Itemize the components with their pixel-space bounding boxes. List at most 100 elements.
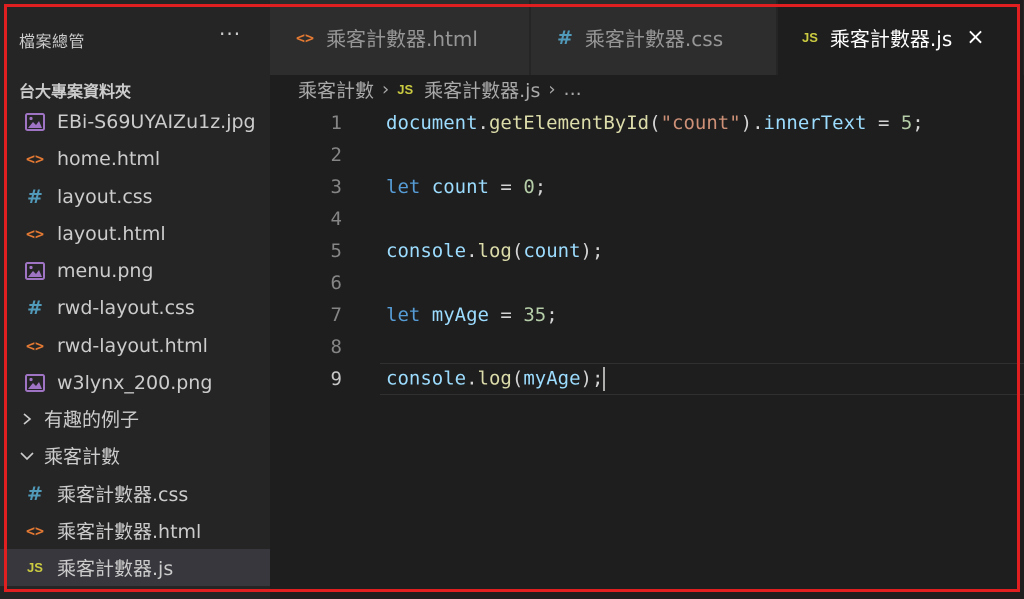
tree-file[interactable]: w3lynx_200.png bbox=[0, 364, 270, 401]
tab-label: 乘客計數器.css bbox=[584, 27, 724, 51]
code-text: document.getElementById("count").innerTe… bbox=[386, 112, 924, 134]
code-token: count bbox=[523, 240, 581, 262]
tree-file[interactable]: <> 乘客計數器.html bbox=[0, 512, 270, 549]
js-file-icon: JS bbox=[802, 30, 818, 45]
css-file-icon: # bbox=[557, 26, 573, 49]
tree-folder[interactable]: 有趣的例子 bbox=[0, 400, 270, 437]
breadcrumb-folder[interactable]: 乘客計數 bbox=[298, 76, 374, 103]
code-editor[interactable]: 1 document.getElementById("count").innerT… bbox=[270, 103, 1024, 599]
tree-folder[interactable]: 乘客計數 bbox=[0, 437, 270, 474]
code-line[interactable]: 4 bbox=[270, 203, 1024, 235]
explorer-header: 檔案總管 ··· bbox=[0, 0, 270, 75]
tree-file[interactable]: <> layout.html bbox=[0, 215, 270, 252]
line-number: 3 bbox=[330, 176, 342, 198]
code-token: let bbox=[386, 304, 421, 326]
code-token: = bbox=[488, 304, 524, 326]
root-folder-label: 台大專案資料夾 bbox=[19, 82, 132, 101]
tree-file[interactable]: <> rwd-layout.html bbox=[0, 327, 270, 364]
tree-item-label: w3lynx_200.png bbox=[57, 371, 213, 394]
tab-html[interactable]: <> 乘客計數器.html bbox=[270, 0, 530, 75]
tab-bar: <> 乘客計數器.html # 乘客計數器.css JS 乘客計數器.js × bbox=[270, 0, 1024, 75]
code-line[interactable]: 3 let count = 0; bbox=[270, 171, 1024, 203]
tree-file[interactable]: <> home.html bbox=[0, 140, 270, 177]
code-text: let count = 0; bbox=[386, 176, 546, 198]
tree-file[interactable]: # 乘客計數器.css bbox=[0, 475, 270, 512]
tab-label: 乘客計數器.js bbox=[829, 27, 953, 51]
code-token: ; bbox=[546, 304, 558, 326]
vscode-window: 檔案總管 ··· 台大專案資料夾 EBi-S69UYAIZu1z.jpg <> ho… bbox=[0, 0, 1024, 599]
image-file-icon bbox=[24, 373, 46, 392]
code-token: getElementById bbox=[488, 112, 650, 134]
tree-file[interactable]: EBi-S69UYAIZu1z.jpg bbox=[0, 103, 270, 140]
code-token: ); bbox=[580, 367, 604, 390]
html-file-icon: <> bbox=[25, 336, 45, 355]
code-token: myAge bbox=[431, 304, 489, 326]
html-file-icon: <> bbox=[25, 149, 45, 168]
code-line[interactable]: 6 bbox=[270, 267, 1024, 299]
tree-item-label: home.html bbox=[57, 147, 161, 170]
code-token: = bbox=[866, 112, 901, 134]
code-token: ; bbox=[534, 176, 547, 198]
close-icon[interactable]: × bbox=[966, 25, 984, 50]
line-number: 4 bbox=[330, 208, 342, 230]
line-number: 8 bbox=[330, 336, 342, 358]
code-line[interactable]: 1 document.getElementById("count").innerT… bbox=[270, 107, 1024, 139]
code-line[interactable]: 8 bbox=[270, 331, 1024, 363]
tree-item-label: 乘客計數器.css bbox=[57, 484, 189, 506]
line-number: 1 bbox=[330, 112, 342, 134]
code-token: count bbox=[431, 176, 489, 198]
tree-item-label: 乘客計數器.html bbox=[57, 521, 202, 543]
tree-item-label: layout.html bbox=[57, 222, 166, 245]
code-token: let bbox=[386, 176, 421, 198]
code-text: let myAge = 35; bbox=[386, 304, 558, 326]
code-token: ). bbox=[740, 112, 764, 134]
code-token: ( bbox=[511, 240, 524, 262]
code-token: log bbox=[477, 367, 512, 390]
code-line[interactable]: 2 bbox=[270, 139, 1024, 171]
chevron-right-icon: › bbox=[548, 78, 556, 100]
code-token: ; bbox=[912, 112, 924, 134]
code-token: . bbox=[477, 112, 489, 134]
breadcrumb-ellipsis[interactable]: ... bbox=[564, 78, 582, 100]
breadcrumb-file[interactable]: 乘客計數器.js bbox=[424, 76, 540, 103]
css-file-icon: # bbox=[27, 185, 43, 208]
code-token: log bbox=[477, 240, 512, 262]
line-number: 6 bbox=[330, 272, 342, 294]
tree-file[interactable]: JS 乘客計數器.js bbox=[0, 549, 270, 586]
tree-file[interactable]: menu.png bbox=[0, 252, 270, 289]
tree-item-label: 乘客計數 bbox=[44, 446, 121, 468]
code-token: = bbox=[488, 176, 524, 198]
tree-item-label: EBi-S69UYAIZu1z.jpg bbox=[57, 110, 256, 133]
tree-item-label: 有趣的例子 bbox=[44, 409, 140, 431]
css-file-icon: # bbox=[27, 296, 43, 319]
line-number: 2 bbox=[330, 144, 342, 166]
tree-file[interactable]: # rwd-layout.css bbox=[0, 289, 270, 326]
chevron-right-icon: › bbox=[382, 78, 390, 100]
js-file-icon: JS bbox=[27, 560, 43, 575]
code-token: "count" bbox=[660, 112, 741, 134]
code-token: . bbox=[466, 367, 478, 390]
image-file-icon bbox=[24, 112, 46, 131]
tree-item-label: rwd-layout.html bbox=[57, 334, 208, 357]
code-token: 5 bbox=[900, 112, 913, 134]
code-token: 0 bbox=[523, 176, 535, 198]
code-token: innerText bbox=[763, 112, 867, 134]
code-token: ( bbox=[511, 367, 524, 390]
image-file-icon bbox=[24, 261, 46, 280]
root-folder[interactable]: 台大專案資料夾 bbox=[0, 75, 270, 103]
line-number: 9 bbox=[330, 368, 342, 390]
breadcrumb: 乘客計數 › JS 乘客計數器.js › ... bbox=[298, 75, 582, 103]
tab-js[interactable]: JS 乘客計數器.js × bbox=[778, 0, 1024, 75]
tree-item-label: menu.png bbox=[57, 259, 154, 282]
tree-item-label: rwd-layout.css bbox=[57, 296, 195, 319]
code-line[interactable]: 5 console.log(count); bbox=[270, 235, 1024, 267]
tab-css[interactable]: # 乘客計數器.css bbox=[531, 0, 777, 75]
code-line[interactable]: 7 let myAge = 35; bbox=[270, 299, 1024, 331]
tree-file[interactable]: # layout.css bbox=[0, 178, 270, 215]
more-actions-icon[interactable]: ··· bbox=[219, 22, 241, 46]
code-token: console bbox=[386, 367, 467, 390]
code-line[interactable]: 9 console.log(myAge); bbox=[270, 363, 1024, 395]
code-token: ); bbox=[580, 240, 604, 262]
code-token: myAge bbox=[523, 367, 581, 390]
